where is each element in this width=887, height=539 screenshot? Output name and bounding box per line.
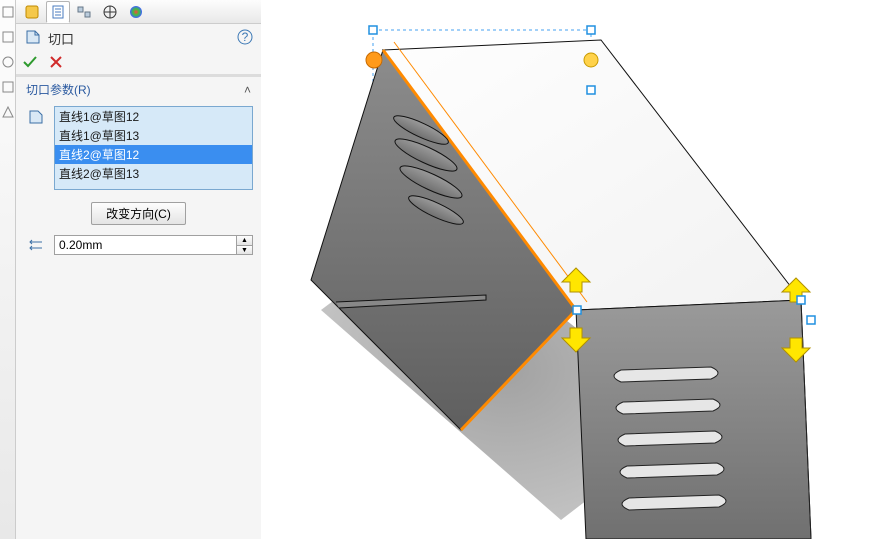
property-manager-panel: 切口 ? 切口参数(R) ˄ 直线1@草图12直线1@草图13直线2@草图12直…	[16, 0, 261, 539]
confirm-bar	[16, 52, 261, 74]
chevron-up-icon: ˄	[244, 83, 251, 97]
tool-icon[interactable]	[2, 106, 14, 121]
thickness-field[interactable]	[55, 238, 236, 252]
list-item[interactable]: 直线2@草图13	[55, 164, 252, 183]
list-item[interactable]: 直线2@草图12	[55, 145, 252, 164]
tool-icon[interactable]	[2, 6, 14, 21]
spin-up[interactable]: ▲	[236, 236, 252, 245]
thickness-row: ▲ ▼	[16, 233, 261, 257]
tab-appearances[interactable]	[124, 1, 148, 23]
section-title: 切口参数(R)	[26, 81, 91, 98]
feature-icon	[24, 28, 42, 49]
panel-tabs	[16, 0, 261, 24]
tab-configuration-manager[interactable]	[72, 1, 96, 23]
change-direction-button[interactable]: 改变方向(C)	[91, 202, 186, 225]
help-icon[interactable]: ?	[237, 29, 253, 48]
section-header[interactable]: 切口参数(R) ˄	[16, 77, 261, 102]
3d-viewport[interactable]	[261, 0, 887, 539]
tab-property-manager[interactable]	[46, 1, 70, 23]
spin-down[interactable]: ▼	[236, 245, 252, 254]
tool-icon[interactable]	[2, 31, 14, 46]
thickness-input[interactable]: ▲ ▼	[54, 235, 253, 255]
tab-feature-manager[interactable]	[20, 1, 44, 23]
cancel-button[interactable]	[48, 54, 64, 73]
tab-dimxpert[interactable]	[98, 1, 122, 23]
selection-listbox[interactable]: 直线1@草图12直线1@草图13直线2@草图12直线2@草图13	[54, 106, 253, 190]
list-item[interactable]: 直线1@草图13	[55, 126, 252, 145]
selection-icon	[24, 106, 48, 190]
feature-header: 切口 ?	[16, 24, 261, 52]
section-body: 直线1@草图12直线1@草图13直线2@草图12直线2@草图13	[16, 102, 261, 198]
left-micro-toolbar	[0, 0, 16, 539]
thickness-icon	[24, 236, 48, 254]
feature-title: 切口	[48, 29, 74, 48]
svg-text:?: ?	[242, 30, 249, 44]
tool-icon[interactable]	[2, 56, 14, 71]
ok-button[interactable]	[22, 54, 38, 73]
tool-icon[interactable]	[2, 81, 14, 96]
list-item[interactable]: 直线1@草图12	[55, 107, 252, 126]
